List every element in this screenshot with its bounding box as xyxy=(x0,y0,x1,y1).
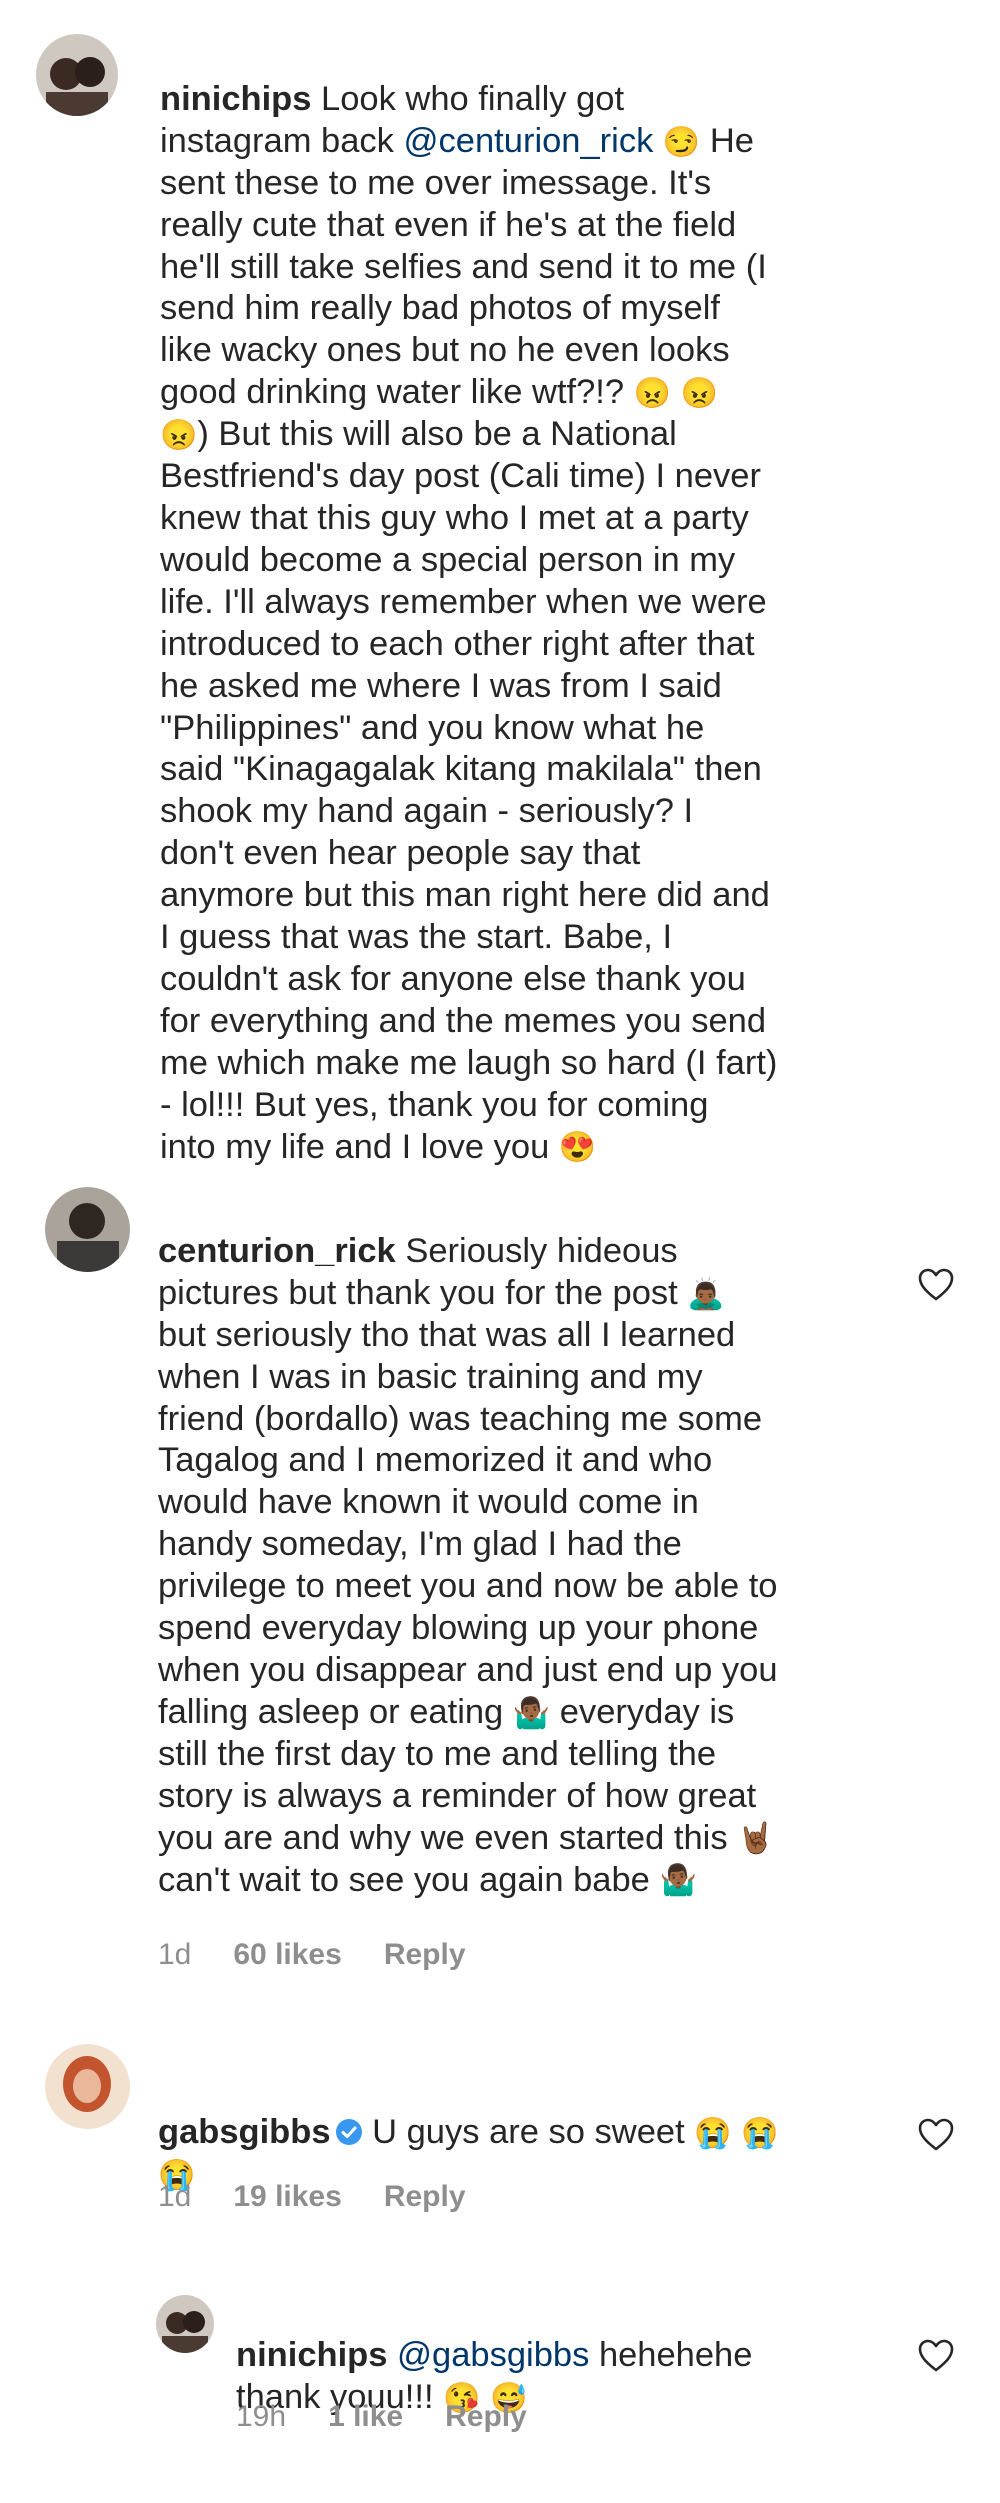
angry-emoji-icon: 😠 xyxy=(160,419,198,453)
comment-text: centurion_rick Seriously hideous picture… xyxy=(158,1231,778,1899)
heart-outline-icon[interactable] xyxy=(918,2118,954,2152)
shrug-emoji-icon: 🤷🏾‍♂️ xyxy=(512,1696,551,1730)
likes-count[interactable]: 19 likes xyxy=(233,2180,341,2213)
avatar-ninichips[interactable] xyxy=(36,34,118,116)
smirk-emoji-icon: 😏 xyxy=(662,125,701,159)
heart-outline-icon[interactable] xyxy=(918,2339,954,2373)
reply-button[interactable]: Reply xyxy=(445,2400,527,2433)
angry-emoji-icon: 😠 xyxy=(680,377,718,411)
reply-button[interactable]: Reply xyxy=(384,2180,466,2213)
mention-link[interactable]: @centurion_rick xyxy=(404,122,654,160)
username-link[interactable]: centurion_rick xyxy=(158,1232,396,1270)
likes-count[interactable]: 1 like xyxy=(328,2400,403,2433)
likes-count[interactable]: 60 likes xyxy=(233,1938,341,1971)
comment-meta: 19h 1 like Reply xyxy=(236,2400,569,2434)
crying-emoji-icon: 😭 xyxy=(741,2116,779,2150)
verified-badge-icon xyxy=(335,2118,362,2145)
see-no-evil-emoji-icon: 🙇🏾‍♂️ xyxy=(687,1277,725,1311)
rock-on-emoji-icon: 🤘🏾 xyxy=(737,1822,775,1856)
reply-button[interactable]: Reply xyxy=(384,1938,466,1971)
avatar-centurion-rick[interactable] xyxy=(45,1187,130,1272)
timestamp: 1d xyxy=(158,1938,192,1971)
comment-text: gabsgibbs U guys are so sweet 😭 😭 😭 xyxy=(158,2112,779,2192)
comment-meta: 1d 60 likes Reply xyxy=(158,1938,508,1972)
comment-meta: 1d 19 likes Reply xyxy=(158,2180,508,2214)
comment-text: ninichips Look who finally got instagram… xyxy=(160,79,778,1166)
heart-eyes-emoji-icon: 😍 xyxy=(558,1131,597,1165)
timestamp: 19h xyxy=(236,2400,287,2433)
username-link[interactable]: gabsgibbs xyxy=(158,2113,331,2151)
angry-emoji-icon: 😠 xyxy=(633,377,672,411)
shrug-emoji-icon: 🤷🏾‍♂️ xyxy=(659,1864,697,1898)
mention-link[interactable]: @gabsgibbs xyxy=(397,2336,589,2374)
username-link[interactable]: ninichips xyxy=(236,2336,387,2374)
avatar-gabsgibbs[interactable] xyxy=(45,2044,130,2129)
avatar-ninichips[interactable] xyxy=(156,2295,214,2353)
crying-emoji-icon: 😭 xyxy=(694,2116,732,2150)
timestamp: 1d xyxy=(158,2180,192,2213)
username-link[interactable]: ninichips xyxy=(160,80,311,118)
heart-outline-icon[interactable] xyxy=(918,1268,954,1302)
